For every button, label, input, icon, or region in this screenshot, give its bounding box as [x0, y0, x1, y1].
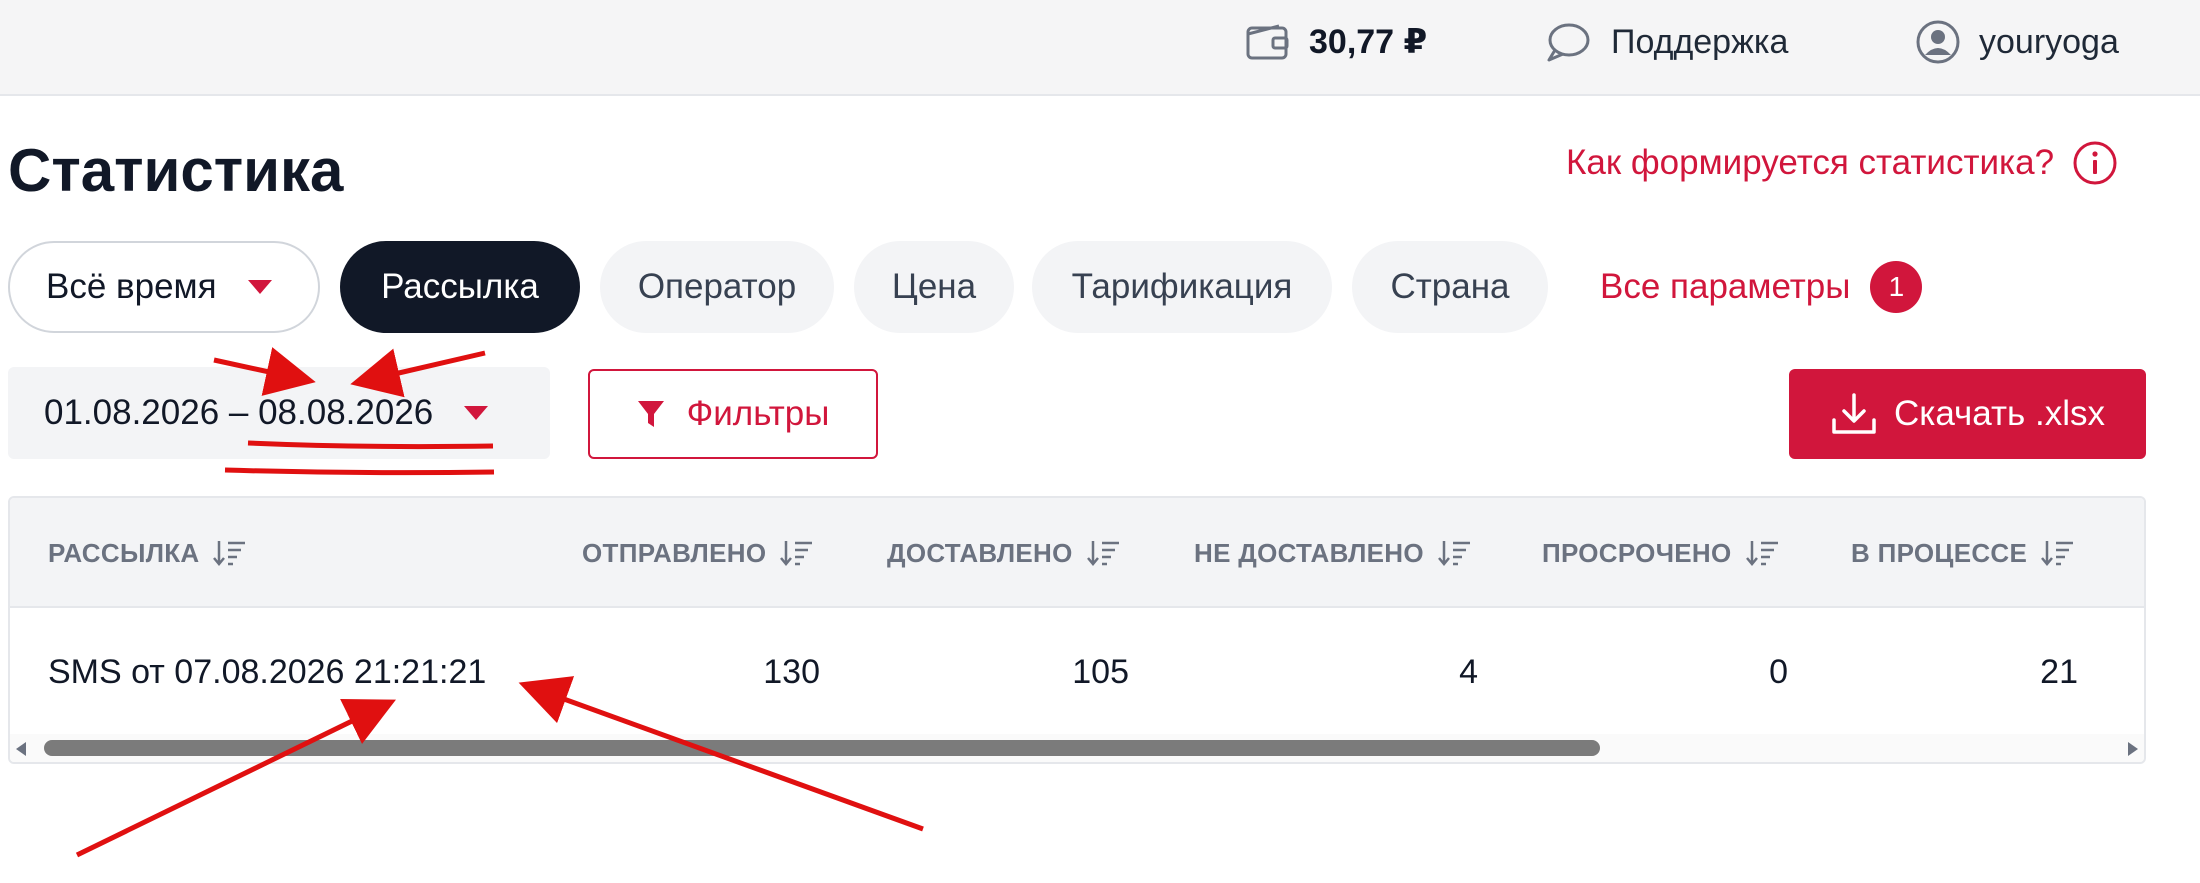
annotation-underline	[224, 467, 495, 476]
top-bar: 30,77 ₽ Поддержка youryoga	[0, 0, 2200, 96]
user-avatar-icon	[1916, 20, 1960, 64]
cell-in-progress: 21	[2040, 652, 2078, 691]
filter-funnel-icon	[637, 401, 664, 427]
tab-label: Страна	[1390, 267, 1510, 306]
support-link[interactable]: Поддержка	[1545, 0, 1788, 84]
table-row[interactable]: SMS от 07.08.2026 21:21:21 130 105 4 0 2…	[10, 610, 2144, 734]
sort-icon	[213, 541, 246, 566]
all-parameters-button[interactable]: Все параметры 1	[1600, 241, 1923, 333]
sort-icon	[1086, 541, 1119, 566]
filters-label: Фильтры	[686, 394, 830, 433]
period-label: Всё время	[46, 267, 217, 306]
period-dropdown[interactable]: Всё время	[8, 241, 320, 333]
download-icon	[1832, 393, 1876, 434]
table-header: РАССЫЛКА ОТПРАВЛЕНО ДОСТАВЛЕНО НЕ ДОСТАВ…	[10, 498, 2144, 608]
column-label: ОТПРАВЛЕНО	[582, 537, 767, 568]
tab-label: Рассылка	[381, 267, 539, 306]
balance-widget[interactable]: 30,77 ₽	[1245, 0, 1427, 84]
scrollbar-thumb[interactable]	[44, 740, 1600, 756]
column-label: ДОСТАВЛЕНО	[887, 537, 1073, 568]
support-label: Поддержка	[1611, 22, 1789, 61]
date-range-picker[interactable]: 01.08.2026 – 08.08.2026	[8, 367, 550, 459]
tab-label: Тарификация	[1071, 267, 1293, 306]
sort-icon	[2041, 541, 2074, 566]
filters-button[interactable]: Фильтры	[588, 369, 878, 459]
column-header-mailing[interactable]: РАССЫЛКА	[48, 498, 247, 608]
column-header-not-delivered[interactable]: НЕ ДОСТАВЛЕНО	[1194, 498, 1472, 608]
cell-sent: 130	[763, 652, 820, 691]
all-params-label: Все параметры	[1600, 267, 1851, 306]
help-link-label: Как формируется статистика?	[1566, 143, 2055, 182]
cell-expired: 0	[1769, 652, 1788, 691]
tab-operator[interactable]: Оператор	[600, 241, 834, 333]
date-range-value: 01.08.2026 – 08.08.2026	[44, 393, 434, 432]
column-label: В ПРОЦЕССЕ	[1851, 537, 2028, 568]
caret-down-icon	[464, 406, 489, 420]
tab-billing[interactable]: Тарификация	[1032, 241, 1332, 333]
column-label: НЕ ДОСТАВЛЕНО	[1194, 537, 1424, 568]
balance-amount: 30,77 ₽	[1309, 23, 1428, 61]
column-label: ПРОСРОЧЕНО	[1542, 537, 1732, 568]
download-label: Скачать .xlsx	[1894, 394, 2105, 433]
column-header-in-progress[interactable]: В ПРОЦЕССЕ	[1851, 498, 2075, 608]
chat-bubble-icon	[1547, 23, 1590, 62]
cell-mailing: SMS от 07.08.2026 21:21:21	[48, 652, 487, 691]
sort-icon	[780, 541, 813, 566]
download-xlsx-button[interactable]: Скачать .xlsx	[1789, 369, 2146, 459]
page-title: Статистика	[8, 137, 344, 204]
tab-label: Оператор	[637, 267, 797, 306]
params-count-badge: 1	[1870, 261, 1923, 313]
statistics-table: РАССЫЛКА ОТПРАВЛЕНО ДОСТАВЛЕНО НЕ ДОСТАВ…	[8, 496, 2146, 764]
horizontal-scrollbar[interactable]	[10, 734, 2144, 762]
sort-icon	[1745, 541, 1778, 566]
scroll-right-arrow-icon[interactable]	[2126, 741, 2140, 757]
cell-not-delivered: 4	[1459, 652, 1478, 691]
scroll-left-arrow-icon[interactable]	[14, 741, 28, 757]
cell-delivered: 105	[1072, 652, 1129, 691]
info-icon	[2073, 141, 2117, 185]
user-menu[interactable]: youryoga	[1915, 0, 2119, 84]
wallet-icon	[1246, 24, 1289, 60]
tab-country[interactable]: Страна	[1352, 241, 1548, 333]
sort-icon	[1437, 541, 1470, 566]
username: youryoga	[1979, 22, 2119, 61]
tab-label: Цена	[891, 267, 977, 306]
column-header-delivered[interactable]: ДОСТАВЛЕНО	[887, 498, 1121, 608]
column-header-sent[interactable]: ОТПРАВЛЕНО	[582, 498, 814, 608]
tab-mailing[interactable]: Рассылка	[340, 241, 580, 333]
column-label: РАССЫЛКА	[48, 537, 200, 568]
column-header-expired[interactable]: ПРОСРОЧЕНО	[1542, 498, 1780, 608]
statistics-help-link[interactable]: Как формируется статистика?	[1566, 140, 2118, 186]
caret-down-icon	[247, 280, 272, 294]
tab-price[interactable]: Цена	[854, 241, 1014, 333]
